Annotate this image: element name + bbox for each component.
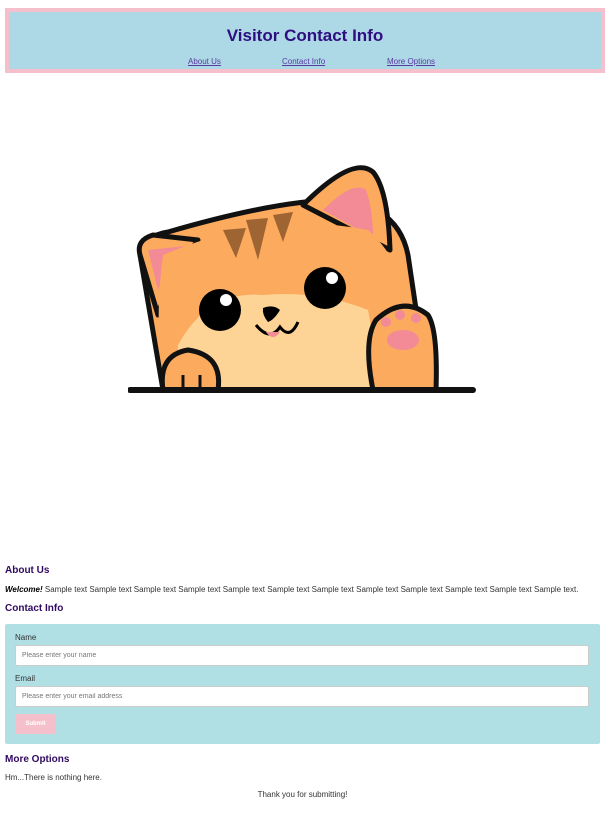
- more-options-heading: More Options: [5, 754, 70, 765]
- contact-form: Name Email Submit: [5, 624, 600, 744]
- page-title: Visitor Contact Info: [226, 26, 384, 45]
- email-field[interactable]: [15, 686, 589, 707]
- name-label: Name: [15, 633, 37, 642]
- cat-illustration: [128, 165, 476, 393]
- about-heading: About Us: [5, 565, 50, 576]
- thank-you-message: Thank you for submitting!: [257, 790, 348, 799]
- nav-about-us[interactable]: About Us: [188, 57, 221, 66]
- more-options-text: Hm...There is nothing here.: [5, 773, 102, 782]
- nav-more-options[interactable]: More Options: [387, 57, 435, 66]
- name-field[interactable]: [15, 645, 589, 666]
- contact-heading: Contact Info: [5, 603, 64, 614]
- email-label: Email: [15, 674, 36, 683]
- nav-contact-info[interactable]: Contact Info: [282, 57, 325, 66]
- welcome-text: Welcome!: [5, 585, 43, 594]
- about-text: Welcome! Sample text Sample text Sample …: [5, 585, 578, 594]
- about-body: Sample text Sample text Sample text Samp…: [44, 585, 579, 594]
- site-header: Visitor Contact Info About Us Contact In…: [5, 8, 605, 73]
- submit-button[interactable]: Submit: [15, 714, 56, 734]
